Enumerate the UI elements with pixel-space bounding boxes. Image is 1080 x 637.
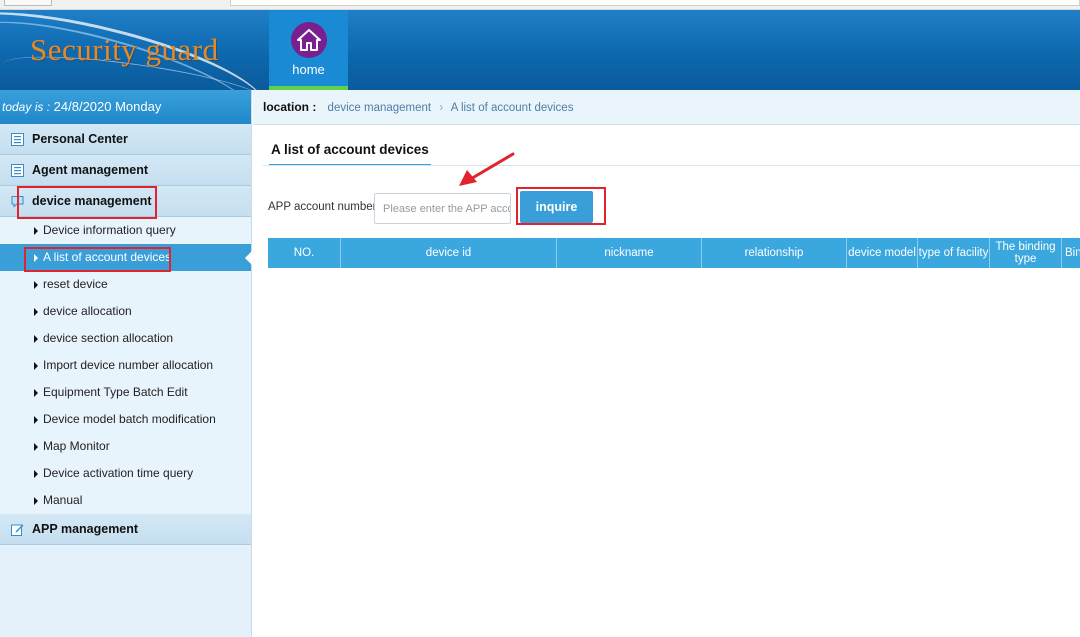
sidebar-item-label: Device model batch modification (43, 412, 216, 426)
account-number-label: APP account number: (268, 201, 380, 213)
date-value: 24/8/2020 Monday (53, 99, 162, 114)
caret-right-icon (34, 281, 38, 289)
sidebar-item-label: reset device (43, 277, 108, 291)
caret-right-icon (34, 308, 38, 316)
sidebar-item-device-information-query[interactable]: Device information query (0, 217, 251, 244)
sidebar-group-agent-management[interactable]: Agent management (0, 155, 251, 186)
column-header[interactable]: device model (847, 238, 918, 268)
caret-right-icon (34, 389, 38, 397)
sidebar-item-device-activation-time-query[interactable]: Device activation time query (0, 460, 251, 487)
home-tab-label: home (292, 62, 325, 77)
column-header[interactable]: Binding (1062, 238, 1080, 268)
sidebar-item-label: Import device number allocation (43, 358, 214, 372)
caret-right-icon (34, 443, 38, 451)
list-icon (11, 133, 24, 146)
sidebar-group-app-management[interactable]: APP management (0, 514, 251, 545)
sidebar-item-label: Device activation time query (43, 466, 194, 480)
sidebar-item-device-section-allocation[interactable]: device section allocation (0, 325, 251, 352)
sidebar-item-label: device allocation (43, 304, 132, 318)
account-number-input[interactable] (374, 193, 511, 224)
sidebar-group-label: device management (32, 194, 152, 208)
sidebar-group-personal-center[interactable]: Personal Center (0, 124, 251, 155)
devices-table-header: NO. device id nickname relationship devi… (268, 238, 1080, 268)
browser-address-bar-fragment[interactable] (230, 0, 1080, 6)
sidebar-group-device-management[interactable]: device management (0, 186, 251, 217)
column-header[interactable]: NO. (268, 238, 341, 268)
page-title: A list of account devices (269, 142, 431, 166)
column-header[interactable]: The binding type (990, 238, 1062, 268)
sidebar-item-account-devices[interactable]: A list of account devices (0, 244, 252, 271)
column-header[interactable]: nickname (557, 238, 702, 268)
active-pointer-icon (245, 251, 252, 265)
sidebar-item-import-device-number-allocation[interactable]: Import device number allocation (0, 352, 251, 379)
date-prefix: today is : (2, 100, 51, 114)
browser-tab-fragment[interactable] (4, 0, 52, 6)
caret-right-icon (34, 470, 38, 478)
caret-right-icon (34, 416, 38, 424)
sidebar: today is : 24/8/2020 Monday Personal Cen… (0, 90, 252, 637)
device-management-submenu: Device information query A list of accou… (0, 217, 252, 514)
edit-icon (11, 524, 24, 536)
sidebar-item-manual[interactable]: Manual (0, 487, 251, 514)
sidebar-item-label: Manual (43, 493, 83, 507)
sidebar-item-label: A list of account devices (43, 250, 172, 264)
home-icon (290, 22, 327, 58)
app-header: Security guard home (0, 10, 1080, 90)
caret-right-icon (34, 335, 38, 343)
column-header[interactable]: device id (341, 238, 557, 268)
breadcrumb-item[interactable]: A list of account devices (451, 102, 574, 114)
column-header[interactable]: type of facility (918, 238, 990, 268)
sidebar-group-label: Agent management (32, 163, 148, 177)
title-divider (263, 165, 1080, 166)
sidebar-item-map-monitor[interactable]: Map Monitor (0, 433, 251, 460)
inquire-button[interactable]: inquire (520, 191, 593, 223)
home-tab[interactable]: home (269, 10, 348, 90)
date-bar: today is : 24/8/2020 Monday (0, 90, 251, 124)
caret-right-icon (34, 254, 38, 262)
sidebar-group-label: APP management (32, 522, 139, 536)
browser-chrome-strip (0, 0, 1080, 10)
caret-right-icon (34, 497, 38, 505)
main-content: location : device management › A list of… (253, 90, 1080, 637)
breadcrumb-label: location : (263, 100, 317, 114)
caret-right-icon (34, 227, 38, 235)
caret-right-icon (34, 362, 38, 370)
app-logo: Security guard (30, 32, 219, 67)
breadcrumb-item[interactable]: device management (328, 102, 432, 114)
sidebar-item-label: Device information query (43, 223, 176, 237)
list-icon (11, 164, 24, 177)
sidebar-item-label: Map Monitor (43, 439, 110, 453)
sidebar-item-device-model-batch-modification[interactable]: Device model batch modification (0, 406, 251, 433)
sidebar-item-label: device section allocation (43, 331, 174, 345)
breadcrumb: location : device management › A list of… (253, 90, 1080, 125)
sidebar-item-device-allocation[interactable]: device allocation (0, 298, 251, 325)
sidebar-item-reset-device[interactable]: reset device (0, 271, 251, 298)
column-header[interactable]: relationship (702, 238, 847, 268)
chat-icon (11, 196, 24, 208)
sidebar-group-label: Personal Center (32, 132, 128, 146)
sidebar-item-equipment-type-batch-edit[interactable]: Equipment Type Batch Edit (0, 379, 251, 406)
sidebar-item-label: Equipment Type Batch Edit (43, 385, 188, 399)
breadcrumb-separator-icon: › (439, 102, 444, 114)
